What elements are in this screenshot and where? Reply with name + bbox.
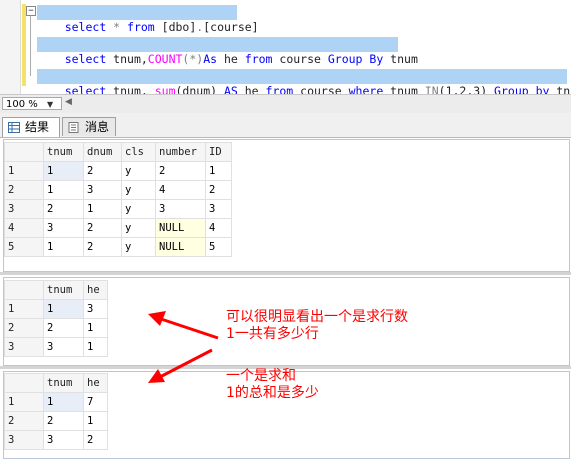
annotation-count: 可以很明显看出一个是求行数 1一共有多少行 [226, 309, 408, 343]
annotation-sum: 一个是求和 1的总和是多少 [226, 368, 319, 402]
annotation-text: 1一共有多少行 [226, 326, 319, 342]
arrow-icon [148, 311, 219, 340]
arrow-icon [148, 348, 213, 383]
annotation-text: 1的总和是多少 [226, 385, 319, 401]
annotation-text: 一个是求和 [226, 368, 296, 384]
annotation-text: 可以很明显看出一个是求行数 [226, 309, 408, 325]
